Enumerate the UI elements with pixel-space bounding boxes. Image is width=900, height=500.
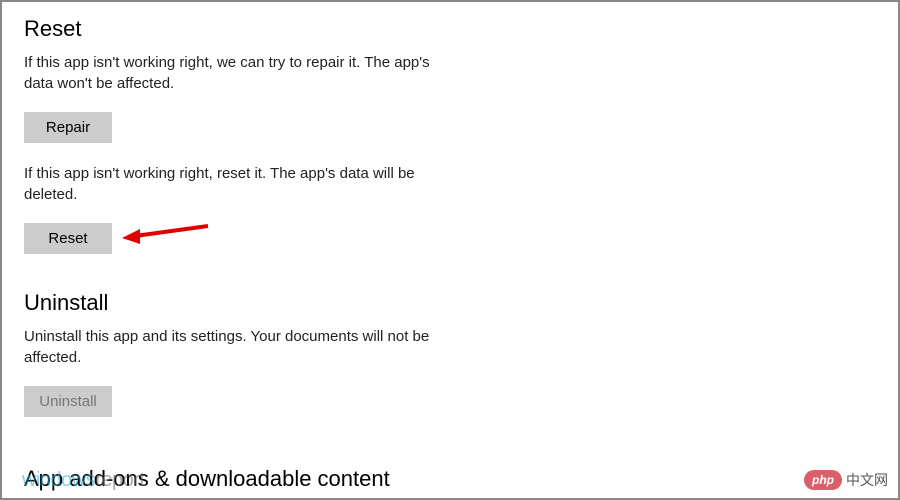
reset-description: If this app isn't working right, reset i… <box>24 163 454 205</box>
addons-heading: App add-ons & downloadable content <box>24 466 390 492</box>
repair-description: If this app isn't working right, we can … <box>24 52 454 94</box>
reset-heading: Reset <box>24 16 876 42</box>
uninstall-heading: Uninstall <box>24 290 876 316</box>
uninstall-button[interactable]: Uninstall <box>24 386 112 417</box>
uninstall-description: Uninstall this app and its settings. You… <box>24 326 454 368</box>
watermark-php-pill: php <box>804 470 842 490</box>
watermark-phpcn: php 中文网 <box>804 470 888 490</box>
annotation-arrow-icon <box>120 218 210 248</box>
reset-button[interactable]: Reset <box>24 223 112 254</box>
watermark-cn-text: 中文网 <box>846 470 888 490</box>
repair-button[interactable]: Repair <box>24 112 112 143</box>
